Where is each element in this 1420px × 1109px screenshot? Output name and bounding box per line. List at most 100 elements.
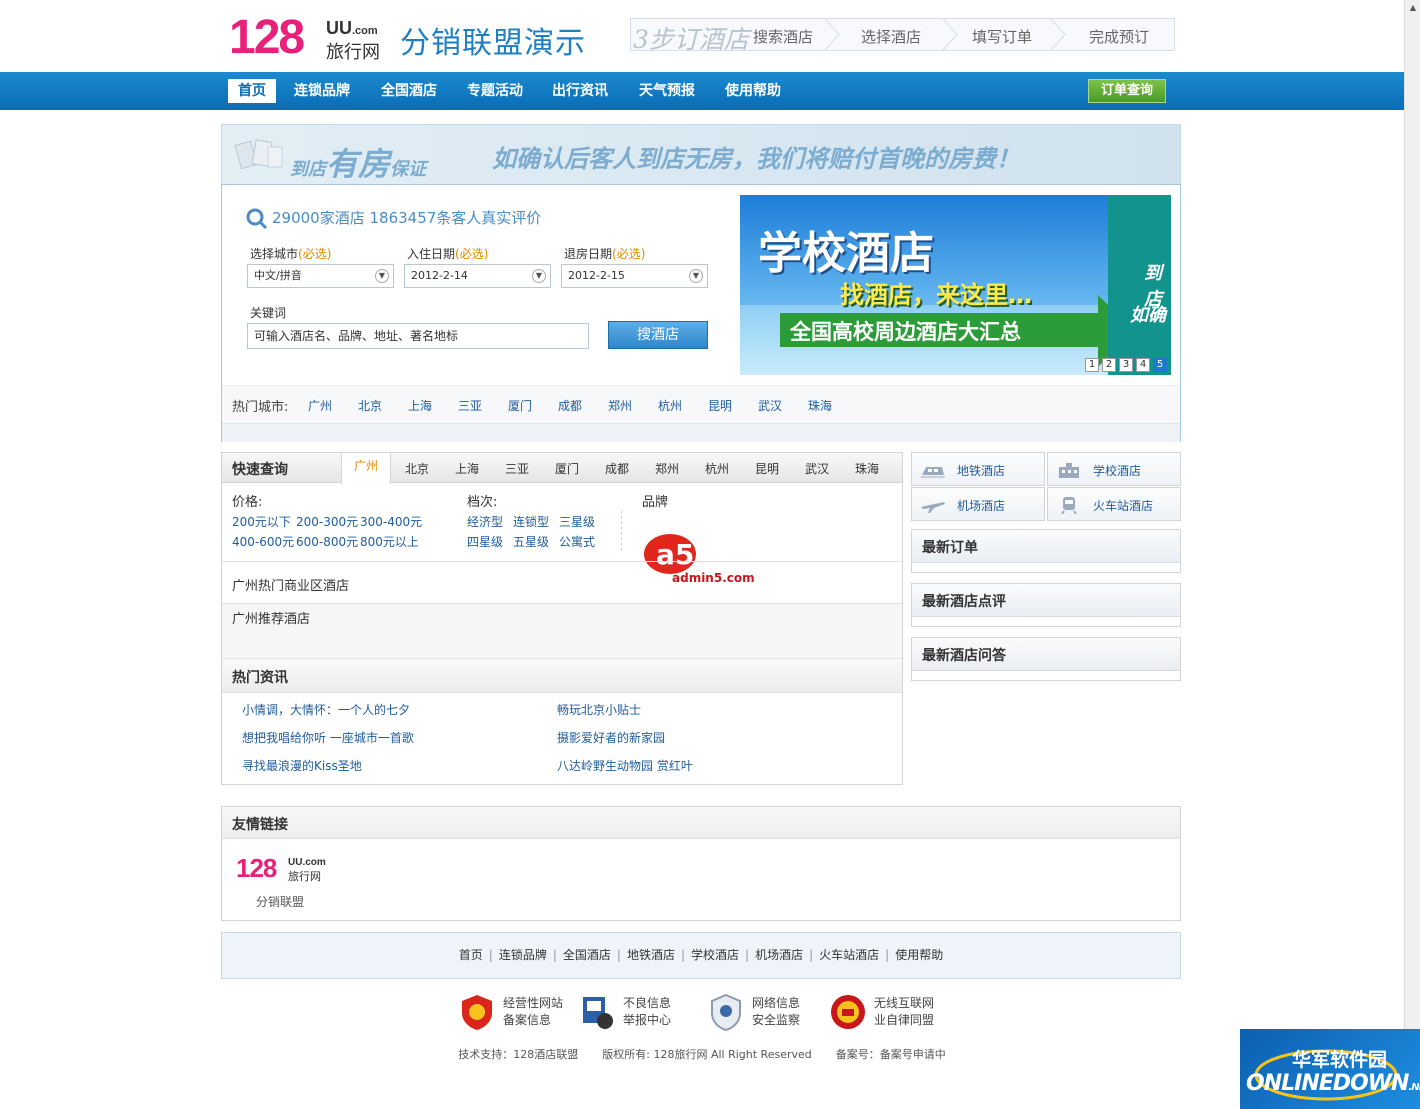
main-nav: 首页 连锁品牌 全国酒店 专题活动 出行资讯 天气预报 使用帮助 订单查询	[0, 72, 1404, 110]
footer-link[interactable]: 学校酒店	[691, 948, 739, 962]
partner-logo[interactable]: 128 UU.com 旅行网	[236, 853, 336, 883]
hot-city-link[interactable]: 厦门	[508, 397, 532, 414]
nav-home[interactable]: 首页	[228, 79, 276, 103]
footer-link[interactable]: 使用帮助	[895, 948, 943, 962]
tab-city[interactable]: 厦门	[555, 460, 579, 477]
step-complete: 完成预订	[1089, 28, 1150, 46]
hot-city-link[interactable]: 武汉	[758, 397, 782, 414]
price-link[interactable]: 200元以下	[232, 513, 291, 530]
tab-city[interactable]: 广州	[341, 452, 391, 484]
tab-city[interactable]: 杭州	[705, 460, 729, 477]
category-train-station-hotel[interactable]: 火车站酒店	[1047, 487, 1181, 521]
grade-link[interactable]: 经济型	[467, 513, 503, 530]
category-airport-hotel[interactable]: 机场酒店	[911, 487, 1045, 521]
slide-side-panel: 到店 如确	[1108, 195, 1171, 375]
nav-travel-info[interactable]: 出行资讯	[542, 79, 618, 103]
news-link[interactable]: 想把我唱给你听 一座城市一首歌	[242, 729, 414, 746]
news-link[interactable]: 寻找最浪漫的Kiss圣地	[242, 757, 362, 774]
hot-city-link[interactable]: 三亚	[458, 397, 482, 414]
slide-band-text: 全国高校周边酒店大汇总	[790, 320, 1021, 344]
chevron-down-icon[interactable]: ▼	[689, 269, 703, 283]
onlinedown-watermark: 华军软件园 ONLINEDOWN.NET	[1240, 1029, 1420, 1109]
search-panel-footer	[222, 423, 1180, 442]
tab-city[interactable]: 昆明	[755, 460, 779, 477]
nav-chain-brands[interactable]: 连锁品牌	[284, 79, 360, 103]
slide-page-4[interactable]: 4	[1136, 358, 1150, 372]
hot-city-link[interactable]: 珠海	[808, 397, 832, 414]
grade-link[interactable]: 公寓式	[559, 533, 595, 550]
footer-link[interactable]: 机场酒店	[755, 948, 803, 962]
latest-reviews-title: 最新酒店点评	[922, 594, 1006, 610]
divider: |	[488, 948, 493, 962]
checkin-date-select[interactable]: 2012-2-14 ▼	[404, 264, 551, 288]
quick-query-header: 快速查询 广州 北京 上海 三亚 厦门 成都 郑州 杭州 昆明 武汉 珠海	[222, 452, 902, 484]
slide-page-2[interactable]: 2	[1102, 358, 1116, 372]
footer-link[interactable]: 首页	[459, 948, 483, 962]
category-subway-hotel[interactable]: 地铁酒店	[911, 452, 1045, 486]
hot-city-link[interactable]: 北京	[358, 397, 382, 414]
hot-city-link[interactable]: 成都	[558, 397, 582, 414]
a5-brand-logo[interactable]: a5源码 admin5.com	[642, 528, 782, 588]
vertical-scrollbar[interactable]: ▲ ▼	[1404, 0, 1420, 1109]
chevron-down-icon[interactable]: ▼	[375, 269, 389, 283]
scroll-up-icon[interactable]: ▲	[1407, 2, 1419, 14]
hot-city-link[interactable]: 杭州	[658, 397, 682, 414]
grade-link[interactable]: 五星级	[513, 533, 549, 550]
category-label: 地铁酒店	[957, 464, 1006, 478]
category-label: 火车站酒店	[1093, 499, 1154, 513]
checkout-date-select[interactable]: 2012-2-15 ▼	[561, 264, 708, 288]
footer-link[interactable]: 火车站酒店	[819, 948, 879, 962]
hot-city-link[interactable]: 广州	[308, 397, 332, 414]
tab-city[interactable]: 北京	[405, 460, 429, 477]
order-query-button[interactable]: 订单查询	[1088, 79, 1166, 103]
tab-city[interactable]: 武汉	[805, 460, 829, 477]
slide-page-3[interactable]: 3	[1119, 358, 1133, 372]
price-link[interactable]: 600-800元	[296, 533, 358, 550]
site-logo[interactable]: 128 UU.com 旅行网	[229, 10, 399, 64]
footer-link[interactable]: 全国酒店	[563, 948, 611, 962]
search-hotel-button[interactable]: 搜酒店	[608, 321, 708, 349]
partner-logo-number: 128	[236, 853, 277, 883]
badge-text: 网络信息 安全监察	[752, 996, 801, 1027]
tab-city[interactable]: 成都	[605, 460, 629, 477]
news-link[interactable]: 摄影爱好者的新家园	[557, 729, 665, 746]
keyword-input[interactable]: 可输入酒店名、品牌、地址、著名地标	[247, 323, 589, 349]
nav-national-hotels[interactable]: 全国酒店	[371, 79, 447, 103]
category-label: 机场酒店	[957, 499, 1006, 513]
footer-link[interactable]: 地铁酒店	[627, 948, 675, 962]
tab-city[interactable]: 郑州	[655, 460, 679, 477]
news-link[interactable]: 畅玩北京小贴士	[557, 701, 641, 718]
category-school-hotel[interactable]: 学校酒店	[1047, 452, 1181, 486]
train-icon	[1061, 497, 1077, 514]
hot-city-link[interactable]: 郑州	[608, 397, 632, 414]
city-select[interactable]: 中文/拼音 ▼	[247, 264, 394, 288]
price-link[interactable]: 300-400元	[360, 513, 422, 530]
tab-city[interactable]: 珠海	[855, 460, 879, 477]
tab-city[interactable]: 三亚	[505, 460, 529, 477]
slide-side-text: 如确	[1130, 305, 1166, 326]
price-link[interactable]: 200-300元	[296, 513, 358, 530]
partner-caption[interactable]: 分销联盟	[256, 893, 304, 910]
grade-link[interactable]: 四星级	[467, 533, 503, 550]
footer-link[interactable]: 连锁品牌	[499, 948, 547, 962]
nav-weather[interactable]: 天气预报	[629, 79, 705, 103]
guarantee-banner: 到店有房保证 如确认后客人到店无房，我们将赔付首晚的房费！	[221, 124, 1181, 184]
hot-city-link[interactable]: 昆明	[708, 397, 732, 414]
grade-link[interactable]: 三星级	[559, 513, 595, 530]
hot-city-link[interactable]: 上海	[408, 397, 432, 414]
price-link[interactable]: 400-600元	[232, 533, 294, 550]
slide-page-1[interactable]: 1	[1085, 358, 1099, 372]
chevron-down-icon[interactable]: ▼	[532, 269, 546, 283]
divider: |	[885, 948, 890, 962]
slide-page-5[interactable]: 5	[1153, 358, 1167, 372]
tab-city[interactable]: 上海	[455, 460, 479, 477]
price-link[interactable]: 800元以上	[360, 533, 419, 550]
news-link[interactable]: 小情调，大情怀：一个人的七夕	[242, 701, 410, 718]
promo-slideshow[interactable]: 学校酒店 找酒店，来这里… 全国高校周边酒店大汇总 到店 如确 12345	[740, 195, 1171, 375]
nav-help[interactable]: 使用帮助	[715, 79, 791, 103]
grade-link[interactable]: 连锁型	[513, 513, 549, 530]
nav-special-events[interactable]: 专题活动	[457, 79, 533, 103]
news-link[interactable]: 八达岭野生动物园 赏红叶	[557, 757, 693, 774]
checkin-label: 入住日期(必选)	[407, 247, 489, 261]
category-label: 学校酒店	[1093, 464, 1142, 478]
